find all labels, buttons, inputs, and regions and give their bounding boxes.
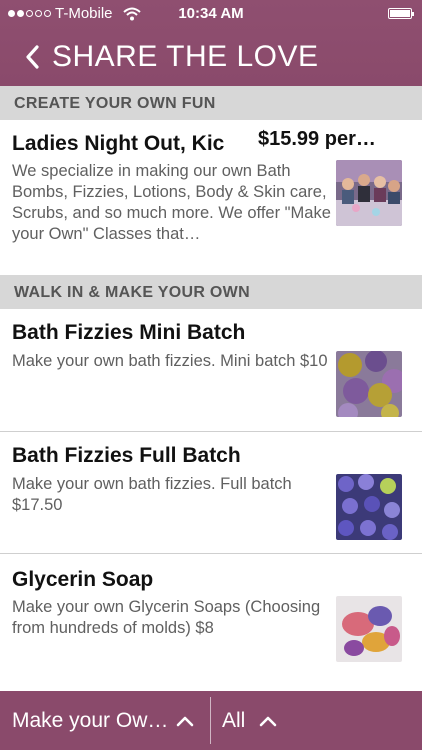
status-bar: T-Mobile 10:34 AM — [0, 0, 422, 28]
category-filter-label: Make your Ow… — [12, 708, 169, 732]
list-item-bath-fizzies-mini[interactable]: Bath Fizzies Mini Batch Make your own ba… — [0, 309, 422, 431]
bath-fizzies-tray-photo — [336, 474, 402, 540]
bottom-filter-bar: Make your Ow… All — [0, 691, 422, 750]
item-description: Make your own bath fizzies. Full batch $… — [12, 475, 292, 514]
battery-icon — [388, 8, 414, 19]
bottom-bar-divider — [210, 697, 211, 744]
list-item-ladies-night-out[interactable]: Ladies Night Out, Kic $15.99 per… We spe… — [0, 120, 422, 274]
group-class-photo — [336, 160, 402, 226]
item-description: Make your own Glycerin Soaps (Choosing f… — [12, 598, 321, 637]
list-item-bath-fizzies-full[interactable]: Bath Fizzies Full Batch Make your own ba… — [0, 432, 422, 553]
item-description: Make your own bath fizzies. Mini batch $… — [12, 352, 328, 370]
category-filter-button[interactable]: Make your Ow… — [12, 691, 194, 750]
item-title: Ladies Night Out, Kic — [12, 132, 225, 155]
item-price: $15.99 per… — [252, 128, 376, 151]
glycerin-soap-photo — [336, 596, 402, 662]
item-description: We specialize in making our own Bath Bom… — [12, 162, 331, 243]
back-chevron-icon[interactable] — [22, 44, 44, 70]
nav-row: SHARE THE LOVE — [0, 30, 422, 84]
section-header-create-your-own-fun: CREATE YOUR OWN FUN — [0, 86, 422, 120]
all-filter-label: All — [222, 708, 246, 732]
section-header-walk-in: WALK IN & MAKE YOUR OWN — [0, 275, 422, 309]
status-time: 10:34 AM — [178, 5, 244, 22]
item-title: Glycerin Soap — [12, 568, 154, 591]
page-title: SHARE THE LOVE — [52, 40, 319, 73]
item-title: Bath Fizzies Mini Batch — [12, 321, 246, 344]
list-item-glycerin-soap[interactable]: Glycerin Soap Make your own Glycerin Soa… — [0, 554, 422, 691]
navigation-bar: T-Mobile 10:34 AM SHARE THE LOVE — [0, 0, 422, 86]
all-filter-button[interactable]: All — [222, 691, 277, 750]
chevron-up-icon — [260, 716, 277, 726]
chevron-up-icon — [177, 716, 194, 726]
item-title: Bath Fizzies Full Batch — [12, 444, 241, 467]
bath-fizzies-photo — [336, 351, 402, 417]
